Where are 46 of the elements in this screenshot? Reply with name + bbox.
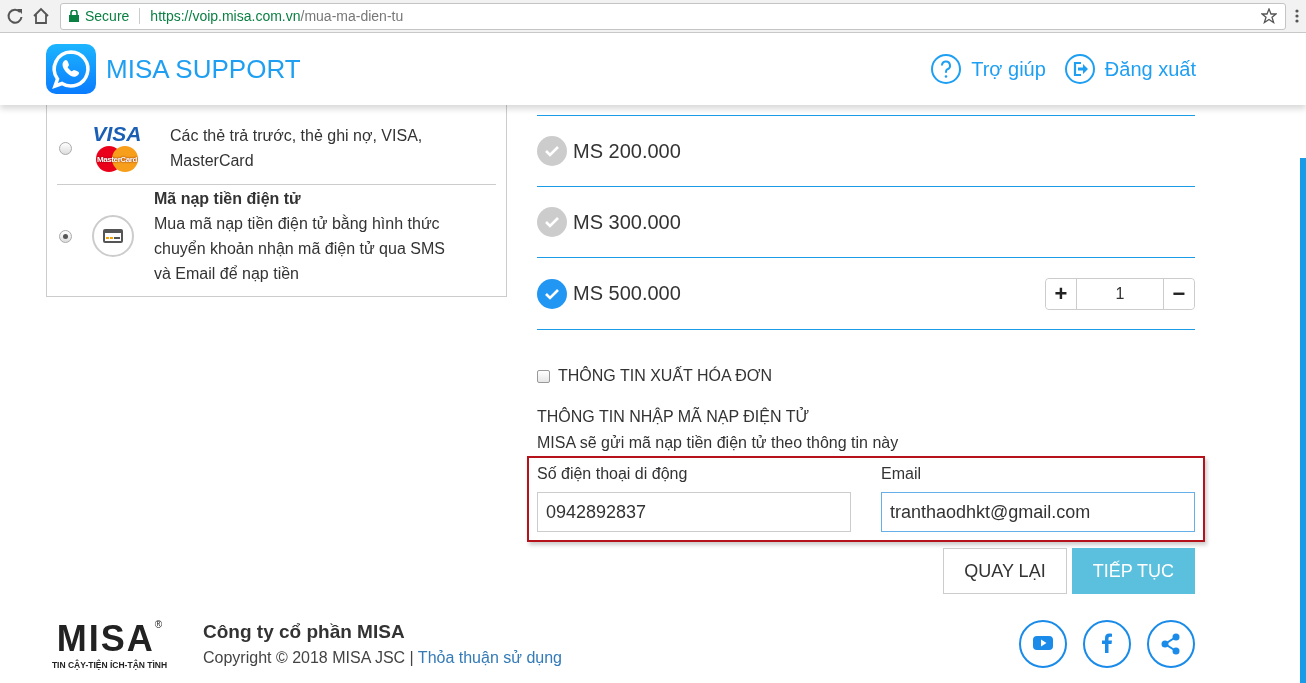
- logout-icon: [1063, 53, 1096, 85]
- lock-icon: [69, 10, 79, 22]
- option-title: Mã nạp tiền điện tử: [154, 189, 302, 209]
- copyright-text: Copyright © 2018 MISA JSC | Thỏa thuận sử dụng: [203, 649, 562, 667]
- field-label: Email: [881, 464, 922, 484]
- checkbox-label: THÔNG TIN XUẤT HÓA ĐƠN: [558, 367, 773, 385]
- help-icon: [930, 53, 963, 85]
- check-icon[interactable]: [537, 207, 567, 237]
- card-icon: [103, 229, 123, 243]
- site-title: MISA SUPPORT: [106, 53, 301, 85]
- check-icon[interactable]: [537, 278, 567, 309]
- address-bar[interactable]: Secure https://voip.misa.com.vn/mua-ma-dien-tu: [60, 2, 1286, 30]
- package-label: MS 200.000: [573, 139, 681, 163]
- company-logo: MISA$^{®}$: [56, 618, 163, 659]
- check-icon[interactable]: [537, 136, 567, 166]
- visa-logo: VISA: [92, 123, 142, 145]
- back-button[interactable]: QUAY LẠI: [943, 548, 1067, 594]
- url-text: https://voip.misa.com.vn/mua-ma-dien-tu: [150, 8, 404, 24]
- radio-button[interactable]: [59, 141, 72, 155]
- youtube-link[interactable]: [1019, 620, 1067, 668]
- app-logo-icon: [46, 44, 96, 94]
- package-label: MS 500.000: [573, 282, 681, 305]
- option-description: Các thẻ trả trước, thẻ ghi nợ, VISA, MasterCard: [170, 126, 424, 171]
- checkbox[interactable]: [537, 369, 550, 383]
- terms-link[interactable]: Thỏa thuận sử dụng: [417, 649, 562, 666]
- section-title: THÔNG TIN NHẬP MÃ NẠP ĐIỆN TỬ: [537, 406, 811, 427]
- radio-button[interactable]: [59, 229, 72, 243]
- menu-icon[interactable]: [1294, 8, 1300, 24]
- quantity-field[interactable]: 1: [1076, 278, 1164, 309]
- quantity-stepper[interactable]: + 1 −: [1045, 277, 1195, 310]
- option-description: Mua mã nạp tiền điện tử bằng hình thức chuyển khoản nhận mã điện tử qua SMS và Email để nạp tiền: [154, 213, 446, 284]
- secure-label: Secure: [85, 8, 130, 24]
- package-label: MS 300.000: [573, 210, 681, 234]
- field-label: Số điện thoại di động: [537, 464, 689, 484]
- input-field[interactable]: tranthaodhkt@gmail.com: [881, 492, 1195, 532]
- share-icon: [1160, 633, 1182, 655]
- input-field[interactable]: 0942892837: [537, 492, 851, 532]
- company-name: Công ty cổ phần MISA: [203, 621, 406, 643]
- section-note: MISA sẽ gửi mã nạp tiền điện tử theo thông tin này: [537, 433, 900, 453]
- share-link[interactable]: [1147, 620, 1195, 668]
- home-icon[interactable]: [32, 7, 50, 25]
- reload-icon[interactable]: [6, 7, 24, 25]
- scrollbar-thumb[interactable]: [1300, 158, 1306, 683]
- facebook-link[interactable]: [1083, 620, 1131, 668]
- star-icon[interactable]: [1261, 8, 1277, 24]
- logo-tagline: TIN CẬY-TIỆN ÍCH-TẬN TÌNH: [51, 660, 168, 670]
